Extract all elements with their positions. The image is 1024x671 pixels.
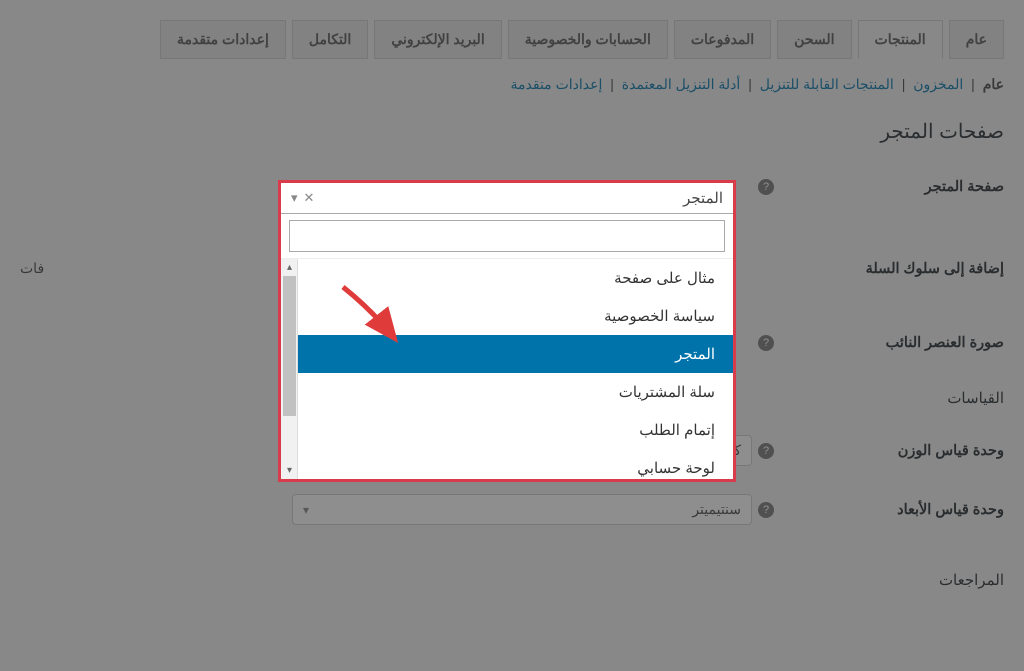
subnav-advanced[interactable]: إعدادات متقدمة [511,76,603,92]
row-dimensions-unit: وحدة قياس الأبعاد ? سنتيميتر ▾ [20,494,1004,525]
dimensions-unit-value: سنتيميتر [692,501,741,518]
label-dimensions-unit: وحدة قياس الأبعاد [774,502,1004,518]
dropdown-search-input[interactable] [289,220,725,252]
help-icon[interactable]: ? [758,443,774,459]
subnav-downloadable[interactable]: المنتجات القابلة للتنزيل [760,76,894,92]
option-cart[interactable]: سلة المشتريات [281,373,733,411]
option-privacy[interactable]: سياسة الخصوصية [281,297,733,335]
section-shop-pages: صفحات المتجر [20,119,1004,144]
clear-icon[interactable]: ✕ [304,190,315,206]
section-reviews: المراجعات [20,571,1004,589]
tab-shipping[interactable]: السحن [777,20,851,59]
dropdown-selected: المتجر [683,189,723,207]
option-checkout[interactable]: إتمام الطلب [281,411,733,449]
help-icon[interactable]: ? [758,502,774,518]
tab-products[interactable]: المنتجات [858,20,943,59]
label-add-to-cart: إضافة إلى سلوك السلة [774,261,1004,277]
chevron-down-icon[interactable]: ▾ [291,190,298,206]
tab-advanced[interactable]: إعدادات متقدمة [160,20,286,59]
scroll-up-icon[interactable]: ▴ [281,259,298,276]
partial-text: فات [20,260,44,277]
shop-page-dropdown: المتجر ✕ ▾ مثال على صفحة سياسة الخصوصية … [278,180,736,482]
dropdown-list: مثال على صفحة سياسة الخصوصية المتجر سلة … [281,259,733,479]
scroll-thumb[interactable] [283,276,296,416]
tab-integration[interactable]: التكامل [292,20,368,59]
dropdown-header: المتجر ✕ ▾ [281,183,733,214]
label-placeholder-image: صورة العنصر النائب [774,335,1004,351]
tab-emails[interactable]: البريد الإلكتروني [374,20,501,59]
label-shop-page: صفحة المتجر [774,179,1004,195]
dimensions-unit-select[interactable]: سنتيميتر ▾ [292,494,752,525]
sub-nav: عام | المخزون | المنتجات القابلة للتنزيل… [20,76,1004,93]
help-icon[interactable]: ? [758,335,774,351]
tab-accounts[interactable]: الحسابات والخصوصية [508,20,668,59]
subnav-inventory[interactable]: المخزون [913,76,963,92]
primary-tabs: عام المنتجات السحن المدفوعات الحسابات وا… [20,20,1004,58]
dropdown-scrollbar[interactable]: ▴ ▾ [281,259,298,479]
help-icon[interactable]: ? [758,179,774,195]
dropdown-search-wrap [281,214,733,259]
tab-general[interactable]: عام [949,20,1004,59]
option-example-page[interactable]: مثال على صفحة [281,259,733,297]
chevron-down-icon: ▾ [303,503,309,517]
scroll-down-icon[interactable]: ▾ [281,462,298,479]
option-shop[interactable]: المتجر [281,335,733,373]
subnav-general[interactable]: عام [983,76,1004,92]
tab-payments[interactable]: المدفوعات [674,20,771,59]
option-account[interactable]: لوحة حسابي [281,449,733,479]
label-weight-unit: وحدة قياس الوزن [774,443,1004,459]
subnav-download-dirs[interactable]: أدلة التنزيل المعتمدة [622,76,741,92]
